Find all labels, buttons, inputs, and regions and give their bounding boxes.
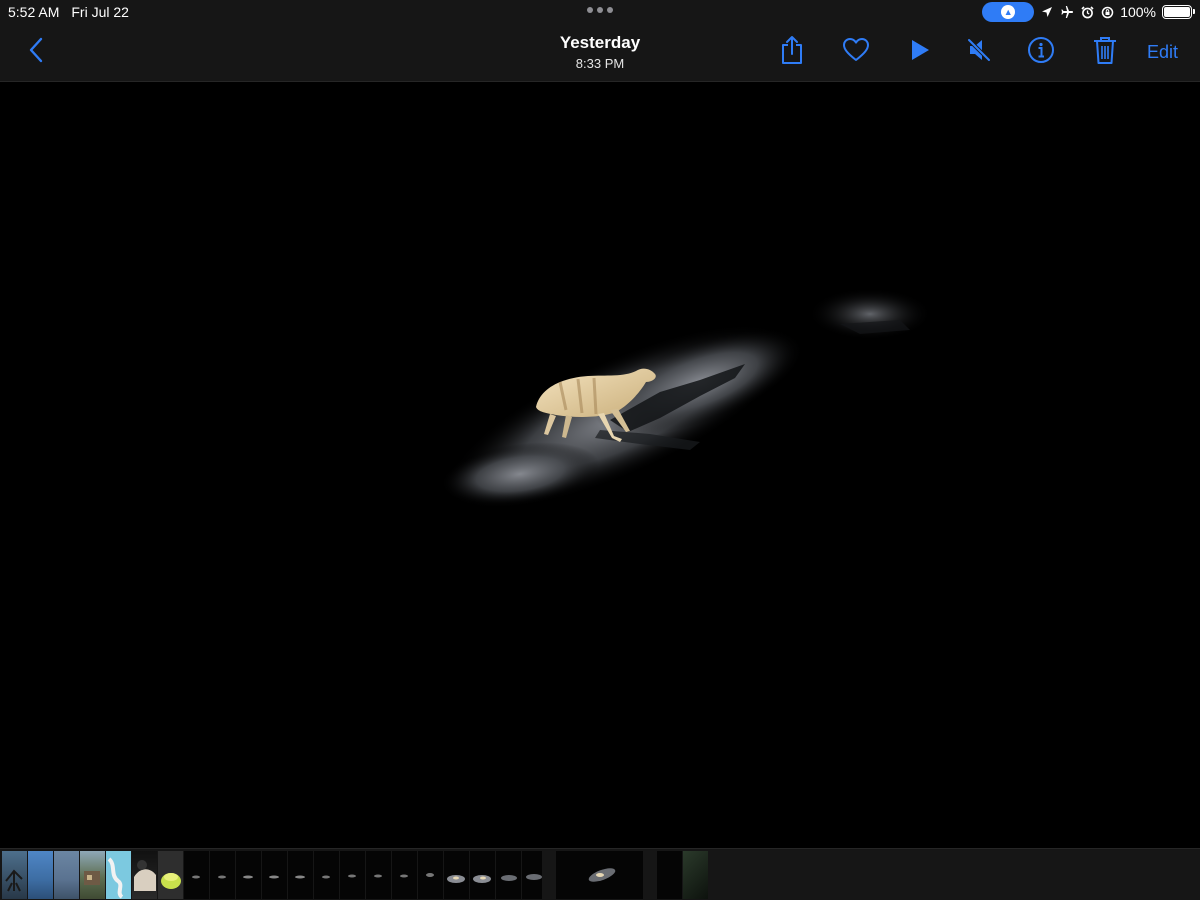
thumbnail[interactable]	[210, 851, 235, 899]
photo-date-title: Yesterday 8:33 PM	[560, 33, 640, 71]
thumbnail[interactable]	[366, 851, 391, 899]
share-icon	[779, 35, 805, 70]
thumbnail[interactable]	[184, 851, 209, 899]
photo-toolbar: Yesterday 8:33 PM Edit	[0, 24, 1200, 82]
thumbnail[interactable]	[236, 851, 261, 899]
thumbnail[interactable]	[522, 851, 542, 899]
battery-icon	[1162, 5, 1195, 19]
thumbnail[interactable]	[2, 851, 27, 899]
share-button[interactable]	[776, 35, 808, 70]
status-bar: 5:52 AM Fri Jul 22 ▲ 100%	[0, 0, 1200, 24]
thumbnail[interactable]	[106, 851, 131, 899]
thumbnail[interactable]	[158, 851, 183, 899]
trash-icon	[1092, 35, 1118, 70]
battery-percent: 100%	[1120, 4, 1156, 20]
status-date: Fri Jul 22	[71, 4, 129, 20]
title-time: 8:33 PM	[575, 56, 625, 71]
mute-icon	[966, 37, 992, 68]
back-icon	[28, 37, 44, 68]
thumbnail-filmstrip[interactable]	[0, 848, 1200, 900]
dot-icon	[587, 7, 593, 13]
photo-viewer[interactable]	[0, 82, 1200, 848]
screen-recording-pill[interactable]: ▲	[982, 2, 1035, 22]
thumbnail[interactable]	[54, 851, 79, 899]
thumbnail[interactable]	[340, 851, 365, 899]
dot-icon	[597, 7, 603, 13]
thumbnail[interactable]	[80, 851, 105, 899]
location-icon	[1040, 5, 1054, 19]
play-icon	[909, 38, 931, 67]
thumbnail[interactable]	[288, 851, 313, 899]
thumbnail[interactable]	[496, 851, 521, 899]
title-day: Yesterday	[559, 33, 641, 52]
back-button[interactable]	[20, 36, 52, 68]
thumbnail[interactable]	[418, 851, 443, 899]
thumbnail[interactable]	[262, 851, 287, 899]
thumbnail[interactable]	[470, 851, 495, 899]
edit-button[interactable]: Edit	[1147, 42, 1178, 63]
thumbnail[interactable]	[683, 851, 708, 899]
heart-icon	[842, 37, 870, 68]
play-button[interactable]	[904, 36, 936, 68]
thumbnail[interactable]	[657, 851, 682, 899]
thumbnail[interactable]	[392, 851, 417, 899]
multitasking-dots[interactable]	[587, 7, 613, 13]
dot-icon	[607, 7, 613, 13]
navigation-app-icon: ▲	[1001, 5, 1016, 19]
orientation-lock-icon	[1100, 5, 1114, 19]
info-button[interactable]	[1025, 36, 1057, 68]
thumbnail[interactable]	[314, 851, 339, 899]
night-animal-photo	[0, 82, 1200, 848]
info-icon	[1027, 36, 1055, 69]
mute-button[interactable]	[963, 36, 995, 68]
status-right: ▲ 100%	[982, 2, 1195, 22]
favorite-button[interactable]	[840, 36, 872, 68]
delete-button[interactable]	[1089, 36, 1121, 68]
status-left: 5:52 AM Fri Jul 22	[8, 4, 129, 20]
thumbnail[interactable]	[132, 851, 157, 899]
alarm-icon	[1080, 5, 1094, 19]
airplane-mode-icon	[1060, 5, 1074, 19]
status-time: 5:52 AM	[8, 4, 60, 20]
thumbnail[interactable]	[444, 851, 469, 899]
thumbnail-selected[interactable]	[556, 851, 643, 899]
thumbnail[interactable]	[28, 851, 53, 899]
